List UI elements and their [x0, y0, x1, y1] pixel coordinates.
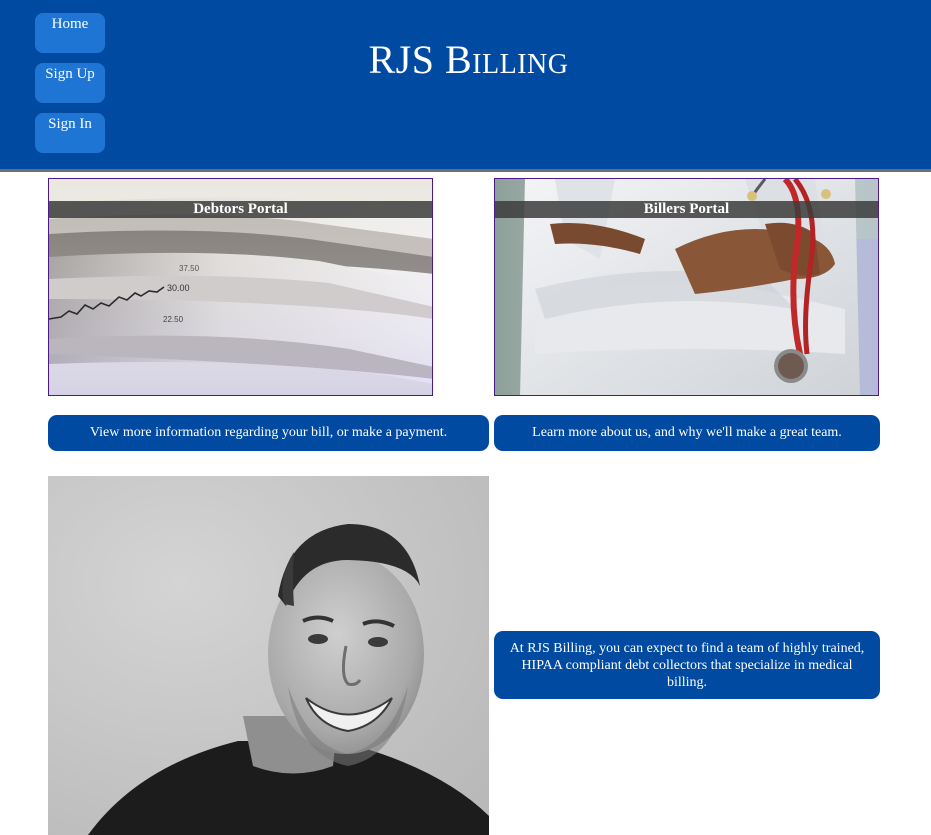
billers-info-button[interactable]: Learn more about us, and why we'll make …	[494, 415, 880, 451]
billers-portal-card[interactable]: Billers Portal	[494, 178, 879, 396]
billers-portal-label: Billers Portal	[495, 201, 878, 218]
site-title-second: Billing	[445, 37, 569, 82]
site-title: RJS Billing	[0, 36, 931, 83]
debtors-portal-label: Debtors Portal	[49, 201, 432, 218]
chart-tick-30: 30.00	[167, 283, 190, 293]
chart-tick-2250: 22.50	[163, 315, 184, 324]
sign-in-button[interactable]: Sign In	[35, 113, 105, 153]
debtors-portal-card[interactable]: 30.00 22.50 37.50 Debtors Portal	[48, 178, 433, 396]
site-title-first: RJS	[368, 37, 445, 82]
about-text-panel: At RJS Billing, you can expect to find a…	[494, 631, 880, 699]
site-header: Home Sign Up Sign In RJS Billing	[0, 0, 931, 172]
team-member-photo	[48, 476, 489, 835]
debtors-info-button[interactable]: View more information regarding your bil…	[48, 415, 489, 451]
chart-tick-3750: 37.50	[179, 264, 200, 273]
